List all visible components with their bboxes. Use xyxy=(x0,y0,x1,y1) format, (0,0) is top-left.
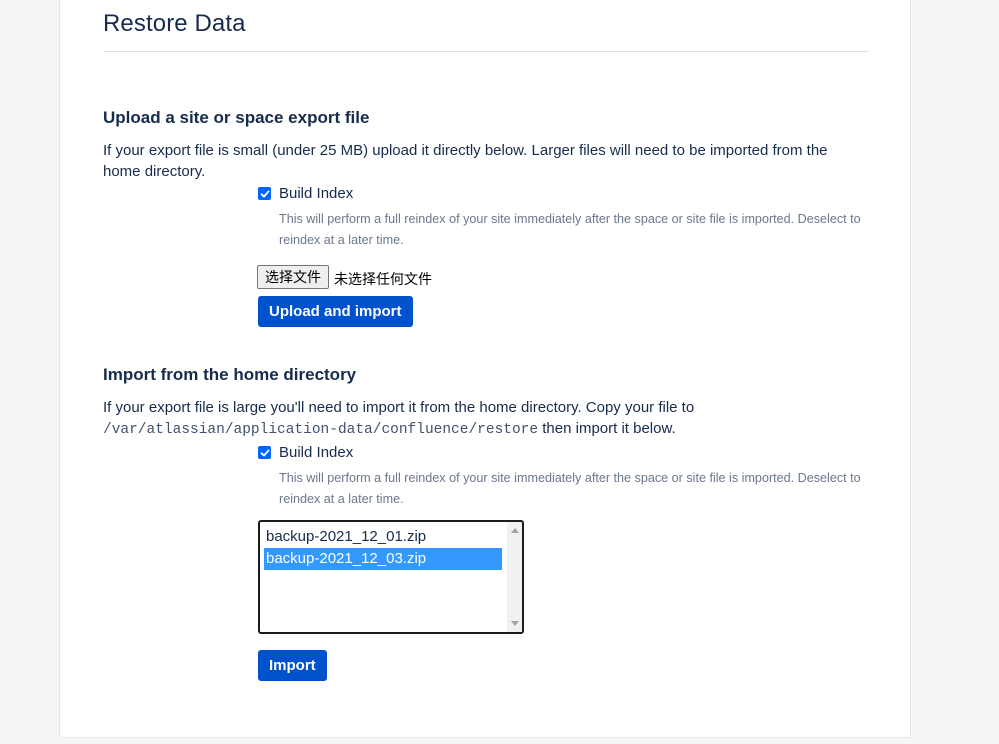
home-section-description: If your export file is large you'll need… xyxy=(103,397,843,441)
upload-section-heading: Upload a site or space export file xyxy=(103,108,370,127)
scroll-up-arrow-icon[interactable] xyxy=(511,528,519,533)
choose-file-button[interactable]: 选择文件 xyxy=(257,265,329,289)
checkmark-icon xyxy=(260,190,269,197)
home-description-text: If your export file is large you'll need… xyxy=(103,399,695,416)
listbox-scrollbar[interactable] xyxy=(507,522,522,632)
home-description-tail: then import it below. xyxy=(542,420,676,437)
upload-build-index-help: This will perform a full reindex of your… xyxy=(279,212,861,247)
home-build-index-label[interactable]: Build Index xyxy=(279,444,353,461)
page-title: Restore Data xyxy=(103,10,246,37)
backup-file-option-selected[interactable]: backup-2021_12_03.zip xyxy=(264,548,502,570)
title-divider xyxy=(103,51,869,52)
upload-and-import-button[interactable]: Upload and import xyxy=(258,296,413,327)
scroll-down-arrow-icon[interactable] xyxy=(511,621,519,626)
restore-path: /var/atlassian/application-data/confluen… xyxy=(103,422,539,438)
backup-file-option[interactable]: backup-2021_12_01.zip xyxy=(264,526,502,548)
upload-build-index-checkbox[interactable] xyxy=(258,187,271,200)
upload-section-description: If your export file is small (under 25 M… xyxy=(103,142,828,180)
home-build-index-checkbox[interactable] xyxy=(258,446,271,459)
home-build-index-help: This will perform a full reindex of your… xyxy=(279,471,861,506)
import-button[interactable]: Import xyxy=(258,650,327,681)
backup-file-listbox[interactable]: backup-2021_12_01.zip backup-2021_12_03.… xyxy=(258,520,524,634)
upload-build-index-label[interactable]: Build Index xyxy=(279,185,353,202)
checkmark-icon xyxy=(260,449,269,456)
home-section-heading: Import from the home directory xyxy=(103,365,357,384)
file-input-status: 未选择任何文件 xyxy=(334,271,432,287)
